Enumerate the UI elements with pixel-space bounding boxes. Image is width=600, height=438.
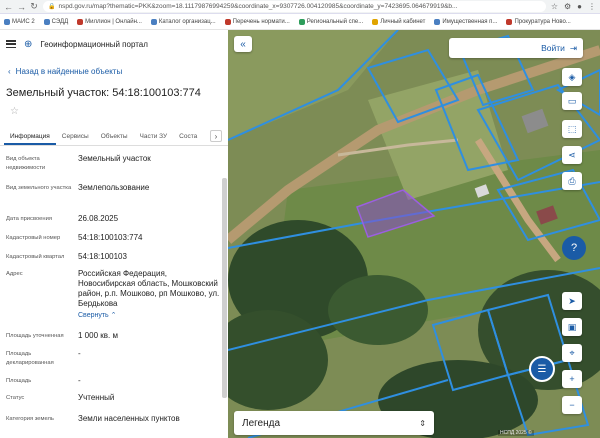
forward-arrow-icon[interactable]: → [17, 2, 26, 12]
bookmark-item[interactable]: Имущественная п... [434, 18, 497, 25]
tab-objects[interactable]: Объекты [95, 133, 134, 145]
bookmark-icon [506, 18, 513, 25]
bookmark-star-icon[interactable]: ☆ [551, 2, 558, 11]
bookmark-item[interactable]: Перечень нормати... [224, 18, 290, 25]
chevron-updown-icon: ⇕ [419, 418, 426, 428]
property-row: Категория земель Земли населенных пункто… [6, 414, 180, 423]
bookmark-icon [43, 18, 50, 25]
back-link-label: Назад в найденные объекты [15, 66, 123, 76]
layers-icon: ◈ [568, 71, 576, 82]
bookmark-item[interactable]: Прокуратура Ново... [506, 18, 571, 25]
property-row-address: Адрес Российская Федерация, Новосибирска… [6, 269, 222, 331]
panel-scrollbar[interactable] [222, 178, 227, 398]
property-row: Площадь уточненная 1 000 кв. м [6, 331, 118, 340]
browser-toolbar: ← → ↻ 🔒 nspd.gov.ru/map?thematic=PKK&zoo… [0, 0, 600, 14]
favorite-star-icon[interactable]: ☆ [0, 106, 228, 122]
property-row: Вид земельного участка Землепользование [6, 183, 150, 192]
property-row: Кадастровый квартал 54:18:100103 [6, 252, 127, 261]
ruler-icon: ▭ [567, 95, 577, 106]
legend-label: Легенда [242, 417, 281, 429]
object-info-panel: ⊕ Геоинформационный портал ‹ Назад в най… [0, 30, 228, 438]
reload-icon[interactable]: ↻ [30, 1, 38, 12]
zoom-out-button[interactable]: − [562, 396, 582, 414]
chevron-left-icon: ‹ [8, 66, 11, 76]
back-arrow-icon[interactable]: ← [4, 2, 13, 12]
map-view[interactable]: « Войти ⇥ ◈ ▭ ⬚ ⋖ ⎙ ? ➤ ▣ ⌖ ☰ + − Легенд… [228, 30, 600, 438]
chat-icon: ☰ [537, 363, 547, 375]
property-row: Площадь декларированная - [6, 349, 81, 366]
locate-arrow-icon: ➤ [568, 295, 576, 306]
chat-button[interactable]: ☰ [529, 356, 555, 382]
property-row: Площадь - [6, 376, 81, 385]
share-icon: ⋖ [568, 149, 576, 160]
bookmark-icon [4, 18, 10, 25]
lock-icon: 🔒 [48, 4, 56, 10]
help-button[interactable]: ? [562, 236, 586, 260]
help-icon: ? [570, 242, 578, 254]
property-row: Статус Учтенный [6, 393, 115, 402]
profile-icon[interactable]: ● [577, 2, 582, 11]
select-icon: ⬚ [567, 123, 577, 134]
pin-icon: ⌖ [569, 347, 575, 358]
property-row: Кадастровый номер 54:18:100103:774 [6, 233, 143, 242]
print-button[interactable]: ⎙ [562, 172, 582, 190]
page-title: Земельный участок: 54:18:100103:774 [6, 86, 201, 99]
bookmark-item[interactable]: Каталог организац... [150, 18, 216, 25]
login-label: Войти [541, 43, 565, 53]
select-button[interactable]: ⬚ [562, 120, 582, 138]
printer-icon: ⎙ [568, 175, 576, 186]
collapse-address-link[interactable]: Свернуть ⌃ [78, 311, 222, 321]
browser-actions: ☆ ⚙ ● ⋮ [551, 2, 596, 11]
image-icon: ▣ [567, 321, 577, 332]
bookmark-icon [298, 18, 305, 25]
property-row: Вид объекта недвижимости Земельный участ… [6, 154, 151, 171]
bookmark-item[interactable]: Личный кабинет [372, 18, 425, 25]
bookmark-item[interactable]: Миллион | Онлайн... [77, 18, 142, 25]
login-button[interactable]: Войти ⇥ [449, 38, 583, 58]
extensions-icon[interactable]: ⚙ [564, 2, 571, 11]
layers-button[interactable]: ◈ [562, 68, 582, 86]
locate-button[interactable]: ➤ [562, 292, 582, 310]
measure-button[interactable]: ▭ [562, 92, 582, 110]
collapse-panel-button[interactable]: « [234, 36, 252, 52]
url-text: nspd.gov.ru/map?thematic=PKK&zoom=18.111… [58, 3, 458, 10]
minus-icon: − [569, 400, 575, 410]
bookmark-item[interactable]: СЭДД [43, 18, 68, 25]
map-attribution: НСПД 2025 © [498, 430, 534, 436]
address-value: Российская Федерация, Новосибирская обла… [78, 269, 220, 308]
property-row: Дата присвоения 26.08.2025 [6, 214, 119, 223]
menu-icon[interactable]: ⋮ [588, 2, 596, 11]
bookmark-icon [150, 18, 157, 25]
zoom-in-button[interactable]: + [562, 370, 582, 388]
portal-logo-icon: ⊕ [24, 38, 33, 50]
pin-button[interactable]: ⌖ [562, 344, 582, 362]
object-tabs: Информация Сервисы Объекты Части ЗУ Сост… [0, 128, 228, 146]
address-bar[interactable]: 🔒 nspd.gov.ru/map?thematic=PKK&zoom=18.1… [43, 1, 546, 12]
bookmarks-bar: МАИС 2 СЭДД Миллион | Онлайн... Каталог … [0, 14, 600, 30]
tab-composition[interactable]: Соста [173, 133, 203, 145]
bookmark-icon [77, 18, 84, 25]
bookmark-item[interactable]: Региональный спе... [298, 18, 363, 25]
menu-icon[interactable] [6, 40, 16, 48]
tabs-scroll-right-icon[interactable]: › [210, 130, 222, 142]
portal-title: Геоинформационный портал [40, 39, 148, 49]
back-to-results-link[interactable]: ‹ Назад в найденные объекты [0, 62, 228, 80]
bookmark-item[interactable]: МАИС 2 [4, 18, 35, 25]
tab-services[interactable]: Сервисы [56, 133, 95, 145]
bookmark-icon [434, 18, 441, 25]
share-button[interactable]: ⋖ [562, 146, 582, 164]
legend-select[interactable]: Легенда ⇕ [234, 411, 434, 435]
double-chevron-left-icon: « [240, 38, 246, 50]
bookmark-icon [224, 18, 231, 25]
app-header: ⊕ Геоинформационный портал [0, 30, 228, 58]
login-icon: ⇥ [569, 42, 577, 53]
property-list: Вид объекта недвижимости Земельный участ… [0, 146, 228, 430]
bookmark-icon [372, 18, 379, 25]
forest-area [328, 275, 428, 345]
screenshot-button[interactable]: ▣ [562, 318, 582, 336]
tab-parts[interactable]: Части ЗУ [134, 133, 174, 145]
tab-information[interactable]: Информация [4, 133, 56, 145]
plus-icon: + [569, 374, 575, 384]
chevron-up-icon: ⌃ [110, 312, 117, 319]
